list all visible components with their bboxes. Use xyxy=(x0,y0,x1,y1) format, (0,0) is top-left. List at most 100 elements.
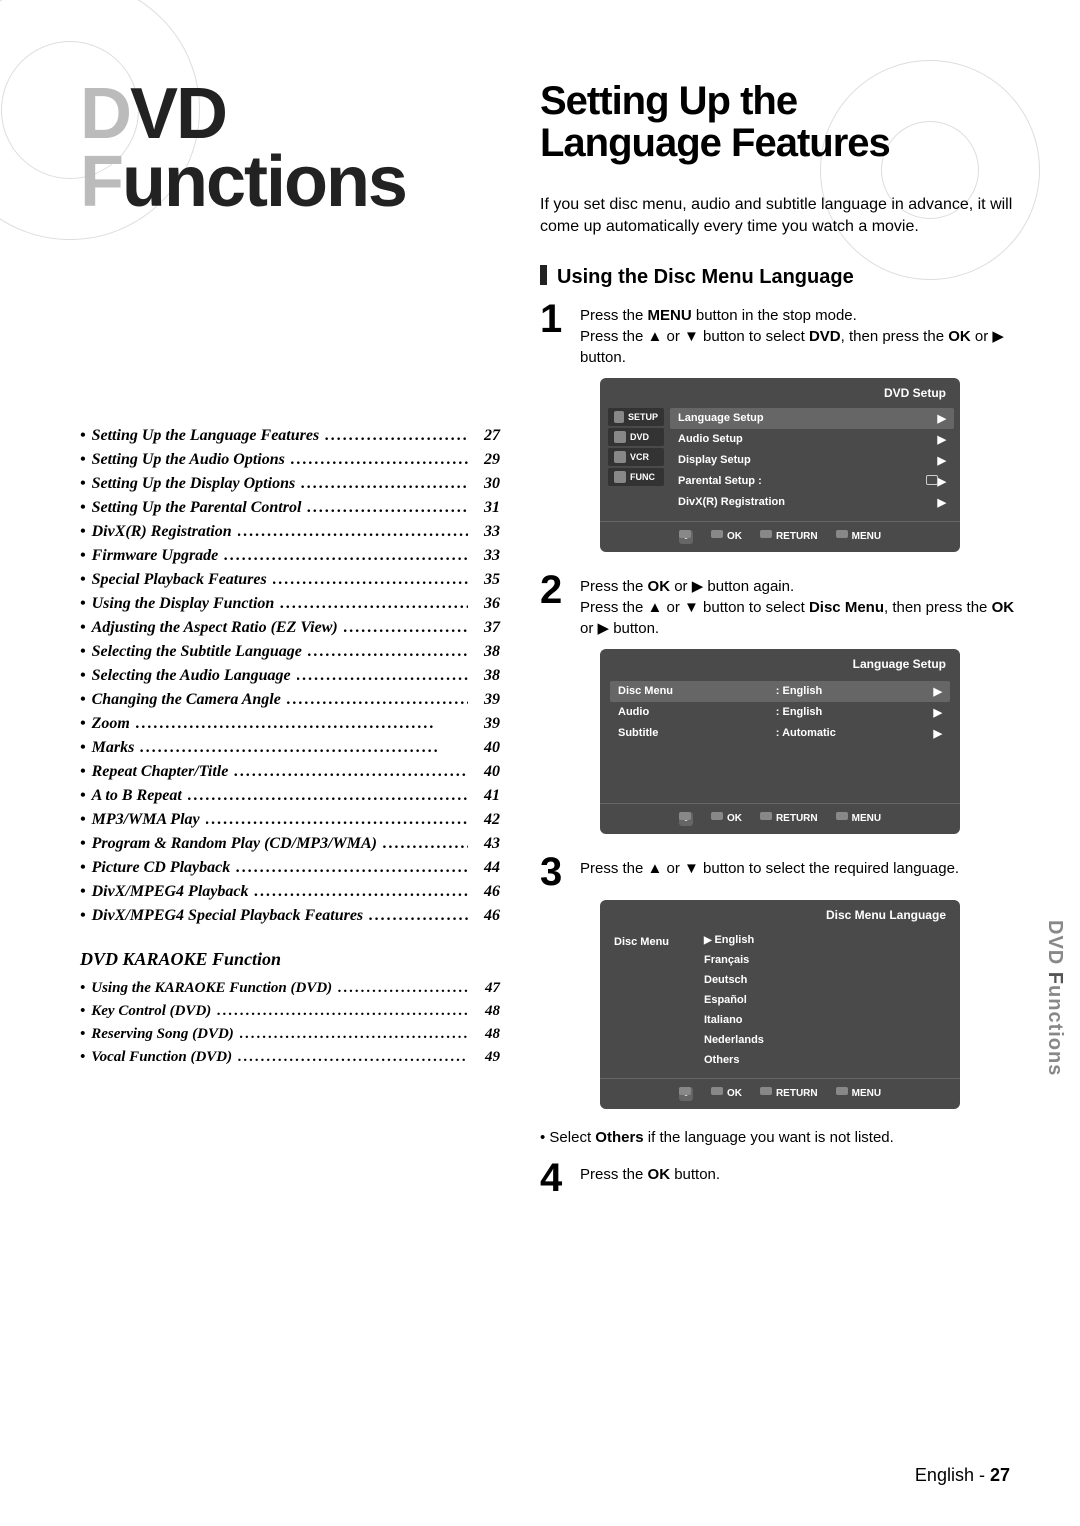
toc-label: Firmware Upgrade xyxy=(92,547,219,565)
note-others: • Select Others if the language you want… xyxy=(540,1129,1020,1146)
osd-menu-hint: MENU xyxy=(836,812,881,826)
osd-side-icon xyxy=(614,411,624,423)
osd-return-hint: RETURN xyxy=(760,1087,818,1101)
osd-language-option: Français xyxy=(696,950,954,970)
karaoke-heading: DVD KARAOKE Function xyxy=(80,949,500,970)
toc-label: Repeat Chapter/Title xyxy=(92,763,229,781)
osd-language-setup: Language Setup Disc Menu: English▶Audio:… xyxy=(600,649,960,834)
osd-language-option: Deutsch xyxy=(696,970,954,990)
toc-row: •Setting Up the Display Options30 xyxy=(80,475,500,493)
toc-label: Adjusting the Aspect Ratio (EZ View) xyxy=(92,619,338,637)
toc-label: Vocal Function (DVD) xyxy=(91,1049,232,1066)
toc-label: Setting Up the Parental Control xyxy=(92,499,302,517)
osd-side-item: FUNC xyxy=(608,468,664,486)
step-4: 4 Press the OK button. xyxy=(540,1160,1020,1196)
osd-menu-hint: MENU xyxy=(836,1087,881,1101)
step-2: 2 Press the OK or ▶ button again. Press … xyxy=(540,572,1020,639)
toc-label: Marks xyxy=(92,739,135,757)
osd-dvd-setup: DVD Setup SETUPDVDVCRFUNC Language Setup… xyxy=(600,378,960,552)
toc-row: •Setting Up the Language Features27 xyxy=(80,427,500,445)
toc-page: 29 xyxy=(474,451,500,469)
toc-page: 33 xyxy=(474,547,500,565)
osd-language-option: Italiano xyxy=(696,1010,954,1030)
nav-icon xyxy=(679,812,693,826)
toc-page: 44 xyxy=(474,859,500,877)
toc-row: •Reserving Song (DVD)48 xyxy=(80,1026,500,1043)
toc-page: 31 xyxy=(474,499,500,517)
toc-row: •DivX/MPEG4 Special Playback Features46 xyxy=(80,907,500,925)
toc-label: Selecting the Audio Language xyxy=(92,667,291,685)
osd-footer: OK RETURN MENU xyxy=(600,803,960,828)
toc-page: 39 xyxy=(474,715,500,733)
toc-page: 46 xyxy=(474,907,500,925)
toc-row: •Special Playback Features35 xyxy=(80,571,500,589)
nav-icon xyxy=(679,1087,693,1101)
toc-label: Reserving Song (DVD) xyxy=(91,1026,234,1043)
intro-text: If you set disc menu, audio and subtitle… xyxy=(540,194,1020,239)
toc-row: •Selecting the Audio Language38 xyxy=(80,667,500,685)
osd-menu-row: Parental Setup :▶ xyxy=(670,471,954,492)
toc-row: •DivX(R) Registration33 xyxy=(80,523,500,541)
toc-page: 27 xyxy=(474,427,500,445)
osd-menu-row: Subtitle: Automatic▶ xyxy=(610,723,950,744)
chevron-right-icon: ▶ xyxy=(938,412,946,425)
chevron-right-icon: ▶ xyxy=(934,685,942,698)
osd-side-icon xyxy=(614,471,626,483)
toc-label: Changing the Camera Angle xyxy=(92,691,281,709)
toc-page: 47 xyxy=(474,980,500,997)
toc-page: 41 xyxy=(474,787,500,805)
chevron-right-icon: ▶ xyxy=(938,454,946,467)
osd-side-item: VCR xyxy=(608,448,664,466)
osd-menu-row: Audio: English▶ xyxy=(610,702,950,723)
osd-language-option: English xyxy=(696,930,954,950)
chevron-right-icon: ▶ xyxy=(938,475,946,488)
toc-label: DivX/MPEG4 Playback xyxy=(92,883,249,901)
toc-row: •Marks40 xyxy=(80,739,500,757)
nav-icon xyxy=(679,530,693,544)
toc-page: 38 xyxy=(474,643,500,661)
osd-ok-hint: OK xyxy=(711,1087,742,1101)
karaoke-toc: •Using the KARAOKE Function (DVD)47•Key … xyxy=(80,980,500,1066)
osd-left-label: Disc Menu xyxy=(606,930,696,1070)
lock-icon xyxy=(926,475,938,485)
toc-label: Using the KARAOKE Function (DVD) xyxy=(91,980,332,997)
toc-label: Picture CD Playback xyxy=(92,859,231,877)
toc-row: •Using the KARAOKE Function (DVD)47 xyxy=(80,980,500,997)
osd-title: Disc Menu Language xyxy=(600,900,960,928)
toc-page: 38 xyxy=(474,667,500,685)
osd-menu-row: Language Setup▶ xyxy=(670,408,954,429)
table-of-contents: •Setting Up the Language Features27 •Sett… xyxy=(80,427,500,925)
toc-label: DivX/MPEG4 Special Playback Features xyxy=(92,907,364,925)
toc-row: •Repeat Chapter/Title40 xyxy=(80,763,500,781)
chevron-right-icon: ▶ xyxy=(938,433,946,446)
toc-row: •A to B Repeat41 xyxy=(80,787,500,805)
toc-label: DivX(R) Registration xyxy=(92,523,232,541)
toc-row: •Using the Display Function36 xyxy=(80,595,500,613)
chevron-right-icon: ▶ xyxy=(938,496,946,509)
section-title: Setting Up the Language Features xyxy=(540,80,1020,164)
subheading: Using the Disc Menu Language xyxy=(540,265,1020,289)
toc-page: 48 xyxy=(474,1026,500,1043)
toc-page: 40 xyxy=(474,763,500,781)
osd-footer: OK RETURN MENU xyxy=(600,1078,960,1103)
toc-page: 37 xyxy=(474,619,500,637)
toc-page: 39 xyxy=(474,691,500,709)
toc-page: 46 xyxy=(474,883,500,901)
chevron-right-icon: ▶ xyxy=(934,727,942,740)
toc-label: MP3/WMA Play xyxy=(92,811,200,829)
osd-title: DVD Setup xyxy=(600,378,960,406)
toc-label: Key Control (DVD) xyxy=(91,1003,211,1020)
osd-disc-menu-language: Disc Menu Language Disc Menu EnglishFran… xyxy=(600,900,960,1109)
toc-label: Using the Display Function xyxy=(92,595,275,613)
toc-row: •Selecting the Subtitle Language38 xyxy=(80,643,500,661)
step-3: 3 Press the ▲ or ▼ button to select the … xyxy=(540,854,1020,890)
toc-page: 48 xyxy=(474,1003,500,1020)
osd-ok-hint: OK xyxy=(711,812,742,826)
toc-label: Setting Up the Display Options xyxy=(92,475,296,493)
toc-row: •Vocal Function (DVD)49 xyxy=(80,1049,500,1066)
osd-menu-row: Display Setup▶ xyxy=(670,450,954,471)
osd-side-item: DVD xyxy=(608,428,664,446)
osd-language-option: Nederlands xyxy=(696,1030,954,1050)
toc-page: 36 xyxy=(474,595,500,613)
osd-return-hint: RETURN xyxy=(760,812,818,826)
